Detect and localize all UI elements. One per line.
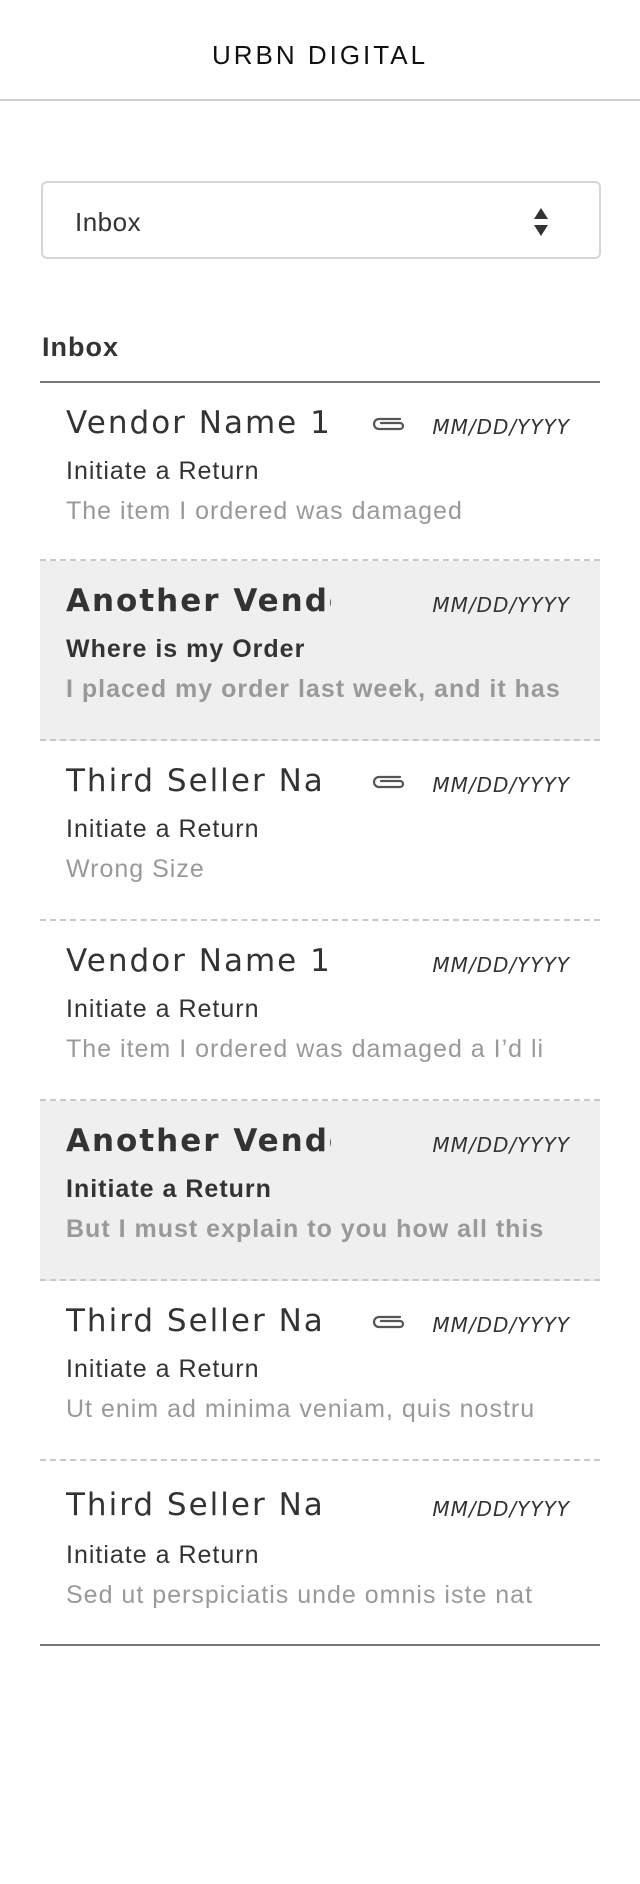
message-date: MM/DD/YYYY	[432, 953, 570, 977]
message-date: MM/DD/YYYY	[432, 1313, 570, 1337]
message-vendor: Vendor Name 1	[66, 943, 331, 979]
message-vendor: Another Vendor	[66, 1123, 331, 1159]
message-date: MM/DD/YYYY	[432, 593, 570, 617]
message-preview: Sed ut perspiciatis unde omnis iste nat	[66, 1581, 534, 1609]
message-date: MM/DD/YYYY	[432, 415, 570, 439]
message-vendor: Another Vendor	[66, 583, 331, 619]
message-vendor: Vendor Name 1	[66, 405, 331, 441]
message-vendor: Third Seller Na	[66, 1303, 325, 1339]
message-subject: Initiate a Return	[66, 1355, 260, 1383]
message-subject: Where is my Order	[66, 635, 306, 663]
message-row[interactable]: Vendor Name 1 MM/DD/YYYY Initiate a Retu…	[40, 921, 600, 1101]
message-preview: I placed my order last week, and it has	[66, 675, 561, 703]
mailbox-select-value: Inbox	[75, 207, 142, 237]
message-preview: The item I ordered was damaged	[66, 497, 463, 525]
message-subject: Initiate a Return	[66, 1175, 272, 1203]
message-date: MM/DD/YYYY	[432, 1497, 570, 1521]
message-list: Vendor Name 1 MM/DD/YYYY Initiate a Retu…	[40, 383, 600, 1646]
mailbox-select[interactable]: Inbox	[41, 181, 601, 259]
message-subject: Initiate a Return	[66, 995, 260, 1023]
paperclip-icon	[370, 771, 408, 793]
message-vendor: Third Seller Na	[66, 763, 325, 799]
message-preview: The item I ordered was damaged a I’d li	[66, 1035, 545, 1063]
message-row[interactable]: Third Seller Na MM/DD/YYYY Initiate a Re…	[40, 741, 600, 921]
message-row[interactable]: Another Vendor MM/DD/YYYY Where is my Or…	[40, 561, 600, 741]
message-preview: Ut enim ad minima veniam, quis nostru	[66, 1395, 536, 1423]
message-preview: But I must explain to you how all this	[66, 1215, 545, 1243]
paperclip-icon	[370, 1311, 408, 1333]
message-vendor: Third Seller Na	[66, 1487, 325, 1523]
app-header: URBN DIGITAL	[0, 0, 640, 101]
message-subject: Initiate a Return	[66, 457, 260, 485]
message-date: MM/DD/YYYY	[432, 1133, 570, 1157]
message-subject: Initiate a Return	[66, 815, 260, 843]
brand-title: URBN DIGITAL	[211, 40, 429, 70]
message-row[interactable]: Another Vendor MM/DD/YYYY Initiate a Ret…	[40, 1101, 600, 1281]
message-preview: Wrong Size	[66, 855, 205, 883]
message-subject: Initiate a Return	[66, 1541, 260, 1569]
section-title: Inbox	[42, 332, 119, 362]
paperclip-icon	[370, 413, 408, 435]
message-date: MM/DD/YYYY	[432, 773, 570, 797]
message-row[interactable]: Third Seller Na MM/DD/YYYY Initiate a Re…	[40, 1461, 600, 1646]
message-row[interactable]: Vendor Name 1 MM/DD/YYYY Initiate a Retu…	[40, 383, 600, 561]
sort-arrows-icon	[533, 207, 549, 237]
message-row[interactable]: Third Seller Na MM/DD/YYYY Initiate a Re…	[40, 1281, 600, 1461]
